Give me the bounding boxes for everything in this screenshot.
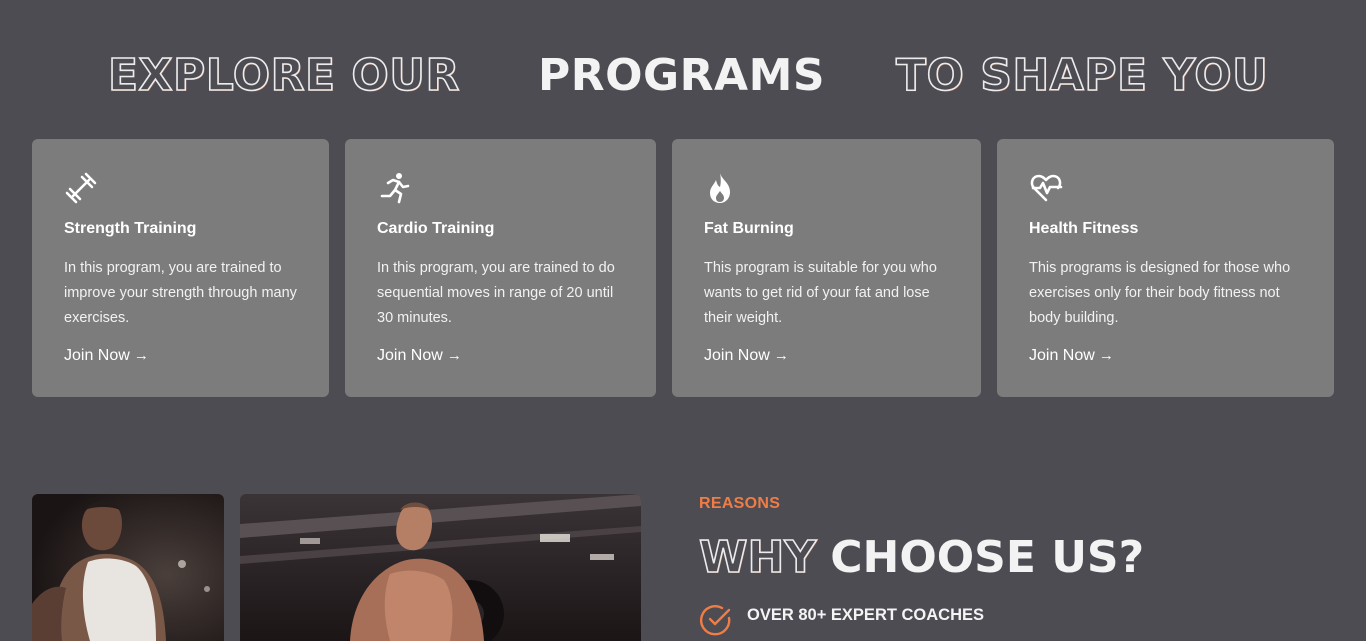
- join-now-link[interactable]: Join Now →: [64, 344, 149, 368]
- programs-heading: EXPLORE OUR PROGRAMS TO SHAPE YOU: [0, 48, 1366, 108]
- program-title: Fat Burning: [704, 220, 794, 237]
- gym-photo: [240, 494, 641, 641]
- program-title: Cardio Training: [377, 220, 495, 237]
- join-now-link[interactable]: Join Now →: [1029, 344, 1114, 368]
- program-card-health: Health Fitness This programs is designed…: [997, 139, 1334, 397]
- program-title: Health Fitness: [1029, 220, 1139, 237]
- heading-solid-middle: PROGRAMS: [538, 50, 826, 101]
- arrow-right-icon: →: [133, 347, 149, 364]
- arrow-right-icon: →: [1098, 347, 1114, 364]
- why-choose-us-heading: WHY CHOOSE US?: [698, 530, 1145, 586]
- running-icon: [377, 171, 411, 205]
- program-description: This programs is designed for those who …: [1029, 260, 1291, 326]
- reason-text: OVER 80+ EXPERT COACHES: [747, 606, 985, 624]
- program-description: This program is suitable for you who wan…: [704, 260, 937, 326]
- dumbbell-icon: [64, 171, 98, 205]
- join-now-label: Join Now: [1029, 347, 1095, 364]
- page: EXPLORE OUR PROGRAMS TO SHAPE YOU Streng…: [0, 0, 1366, 641]
- program-card-strength: Strength Training In this program, you a…: [32, 139, 329, 397]
- join-now-label: Join Now: [64, 347, 130, 364]
- program-description: In this program, you are trained to do s…: [377, 260, 615, 326]
- check-circle-icon: [699, 603, 733, 637]
- program-card-cardio: Cardio Training In this program, you are…: [345, 139, 656, 397]
- flame-icon: [704, 171, 738, 205]
- join-now-label: Join Now: [704, 347, 770, 364]
- heading-outline-right: TO SHAPE YOU: [895, 49, 1269, 102]
- join-now-link[interactable]: Join Now →: [704, 344, 789, 368]
- heart-pulse-icon: [1029, 171, 1063, 205]
- heading-solid-words: CHOOSE US?: [830, 532, 1145, 583]
- reason-item: OVER 80+ EXPERT COACHES: [699, 603, 1299, 639]
- reasons-eyebrow: REASONS: [699, 495, 781, 512]
- arrow-right-icon: →: [773, 347, 789, 364]
- join-now-link[interactable]: Join Now →: [377, 344, 462, 368]
- program-card-fat-burning: Fat Burning This program is suitable for…: [672, 139, 981, 397]
- arrow-right-icon: →: [446, 347, 462, 364]
- heading-outline-left: EXPLORE OUR: [107, 49, 460, 102]
- heading-outline-word: WHY: [698, 531, 817, 584]
- program-description: In this program, you are trained to impr…: [64, 260, 297, 326]
- join-now-label: Join Now: [377, 347, 443, 364]
- coach-photo: [32, 494, 224, 641]
- program-title: Strength Training: [64, 220, 197, 237]
